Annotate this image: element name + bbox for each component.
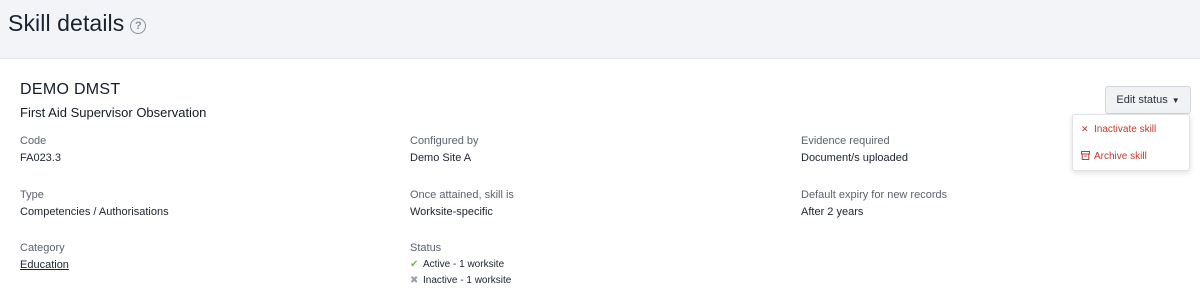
page-title: Skill details [8, 10, 125, 36]
status-active-text: Active - 1 worksite [423, 259, 505, 270]
field-value: FA023.3 [20, 152, 61, 164]
menu-item-label: Archive skill [1094, 151, 1147, 162]
status-inactive-text: Inactive - 1 worksite [423, 275, 512, 286]
skill-card: DEMO DMST First Aid Supervisor Observati… [0, 58, 1200, 298]
field-value: Demo Site A [410, 152, 472, 164]
field-label: Configured by [410, 135, 479, 147]
x-icon: ✖ [410, 275, 419, 286]
field-label: Default expiry for new records [801, 189, 948, 201]
archive-icon [1081, 151, 1094, 162]
edit-status-label: Edit status [1116, 94, 1168, 106]
status-active: ✔ Active - 1 worksite [410, 259, 511, 270]
skill-code-title: DEMO DMST [20, 81, 121, 98]
field-label: Code [20, 135, 47, 147]
x-icon: ✕ [1081, 124, 1089, 134]
field-once-attained: Once attained, skill is Worksite-specifi… [410, 189, 514, 218]
skill-name: First Aid Supervisor Observation [20, 105, 207, 120]
chevron-down-icon: ▼ [1171, 95, 1180, 105]
help-icon[interactable]: ? [130, 17, 147, 34]
menu-item-label: Inactivate skill [1094, 124, 1157, 135]
field-label: Evidence required [801, 135, 890, 147]
field-label: Status [410, 242, 442, 254]
check-icon: ✔ [410, 259, 419, 270]
menu-item-inactivate-skill[interactable]: ✕ Inactivate skill [1081, 124, 1156, 135]
field-label: Category [20, 242, 65, 254]
field-label: Type [20, 189, 44, 201]
field-value: Worksite-specific [410, 206, 493, 218]
page-header: Skill details ? [8, 10, 147, 37]
field-label: Once attained, skill is [410, 189, 514, 201]
status-inactive: ✖ Inactive - 1 worksite [410, 275, 511, 286]
field-value: Competencies / Authorisations [20, 206, 169, 218]
field-code: Code FA023.3 [20, 135, 61, 164]
edit-status-menu: ✕ Inactivate skill Archive skill [1072, 114, 1190, 171]
field-configured-by: Configured by Demo Site A [410, 135, 479, 164]
field-evidence-required: Evidence required Document/s uploaded [801, 135, 908, 164]
field-status: Status ✔ Active - 1 worksite ✖ Inactive … [410, 242, 511, 291]
field-value: After 2 years [801, 206, 864, 218]
field-type: Type Competencies / Authorisations [20, 189, 169, 218]
menu-item-archive-skill[interactable]: Archive skill [1081, 151, 1147, 162]
field-value: Document/s uploaded [801, 152, 909, 164]
edit-status-button[interactable]: Edit status ▼ [1105, 86, 1191, 114]
field-category: Category Education [20, 242, 69, 271]
category-link[interactable]: Education [20, 259, 69, 271]
field-default-expiry: Default expiry for new records After 2 y… [801, 189, 947, 218]
